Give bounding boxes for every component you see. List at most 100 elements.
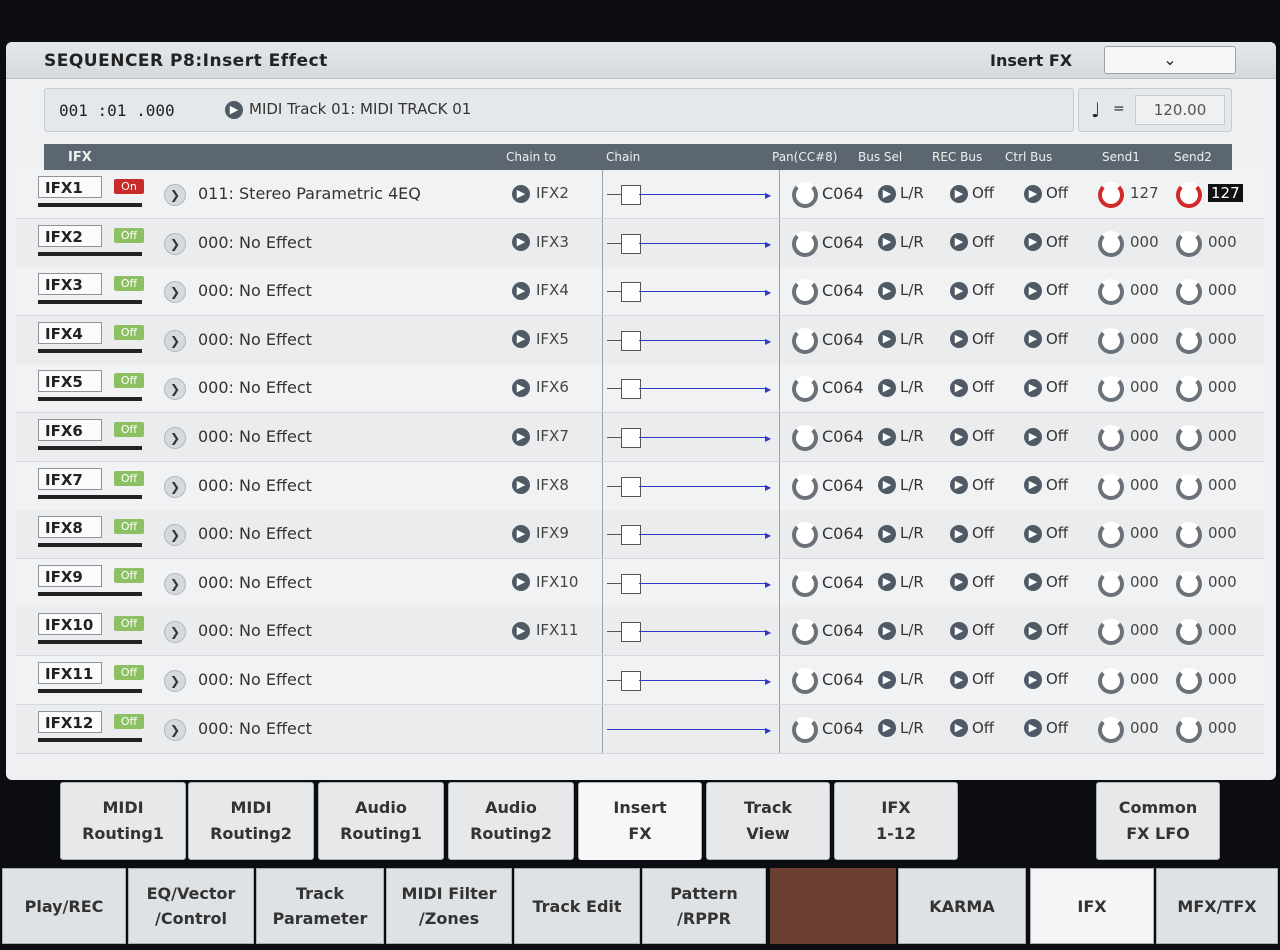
ctrl-bus-select[interactable]: ▶ Off <box>1024 184 1068 203</box>
sub-tab-5[interactable]: Insert FX <box>578 782 702 860</box>
chain-to-select[interactable]: ▶ IFX4 <box>512 281 569 300</box>
send2-value[interactable]: 000 <box>1208 330 1237 348</box>
ifx-onoff-toggle[interactable]: Off <box>114 324 144 340</box>
ctrl-bus-select[interactable]: ▶ Off <box>1024 524 1068 543</box>
ctrl-bus-select[interactable]: ▶ Off <box>1024 281 1068 300</box>
pan-value[interactable]: C064 <box>822 184 864 203</box>
pan-knob-icon[interactable] <box>792 182 818 208</box>
ifx-onoff-toggle[interactable]: Off <box>114 713 144 729</box>
chain-to-select[interactable]: ▶ IFX9 <box>512 524 569 543</box>
chain-to-select[interactable]: ▶ IFX8 <box>512 476 569 495</box>
effect-name[interactable]: 000: No Effect <box>198 233 312 252</box>
send2-knob-icon[interactable] <box>1176 522 1202 549</box>
pan-knob-icon[interactable] <box>792 230 818 257</box>
tempo-value[interactable]: 120.00 <box>1135 95 1225 125</box>
main-tab-9[interactable]: MFX/TFX <box>1156 868 1278 944</box>
send1-value[interactable]: 000 <box>1130 427 1159 445</box>
sub-tab-7[interactable]: IFX 1-12 <box>834 782 958 860</box>
main-tab-8[interactable]: IFX <box>1030 868 1154 944</box>
pan-value[interactable]: C064 <box>822 378 864 397</box>
popup-arrow-icon[interactable]: ▶ <box>1024 184 1042 203</box>
effect-select-chevron-icon[interactable]: ❯ <box>164 184 186 206</box>
ifx-slot-button[interactable]: IFX10 <box>38 613 102 636</box>
popup-arrow-icon[interactable]: ▶ <box>512 621 530 640</box>
sub-tab-8[interactable]: Common FX LFO <box>1096 782 1220 860</box>
bus-sel-select[interactable]: ▶ L/R <box>878 378 924 397</box>
chain-checkbox[interactable] <box>621 671 641 691</box>
ifx-onoff-toggle[interactable]: Off <box>114 276 144 292</box>
chain-to-select[interactable]: ▶ IFX10 <box>512 573 578 592</box>
pan-value[interactable]: C064 <box>822 427 864 446</box>
pan-knob-icon[interactable] <box>792 376 818 403</box>
chain-checkbox[interactable] <box>621 573 641 594</box>
effect-name[interactable]: 000: No Effect <box>198 427 312 446</box>
send1-knob-icon[interactable] <box>1098 570 1124 597</box>
sub-tab-6[interactable]: Track View <box>706 782 830 860</box>
popup-arrow-icon[interactable]: ▶ <box>512 330 530 349</box>
send2-knob-icon[interactable] <box>1176 668 1202 694</box>
ifx-onoff-toggle[interactable]: On <box>114 179 144 194</box>
ctrl-bus-select[interactable]: ▶ Off <box>1024 670 1068 689</box>
popup-arrow-icon[interactable]: ▶ <box>878 573 896 592</box>
bus-sel-select[interactable]: ▶ L/R <box>878 719 924 738</box>
ctrl-bus-select[interactable]: ▶ Off <box>1024 573 1068 592</box>
ctrl-bus-select[interactable]: ▶ Off <box>1024 378 1068 397</box>
effect-select-chevron-icon[interactable]: ❯ <box>164 378 186 401</box>
send2-value[interactable]: 000 <box>1208 427 1237 445</box>
chain-checkbox[interactable] <box>621 622 641 643</box>
send2-knob-icon[interactable] <box>1176 619 1202 646</box>
pan-value[interactable]: C064 <box>822 670 864 689</box>
send1-knob-icon[interactable] <box>1098 668 1124 694</box>
send1-knob-icon[interactable] <box>1098 473 1124 500</box>
ifx-onoff-toggle[interactable]: Off <box>114 227 144 243</box>
ifx-onoff-toggle[interactable]: Off <box>114 567 144 583</box>
send2-knob-icon[interactable] <box>1176 327 1202 354</box>
effect-select-chevron-icon[interactable]: ❯ <box>164 281 186 304</box>
send2-value[interactable]: 000 <box>1208 621 1237 639</box>
rec-bus-select[interactable]: ▶ Off <box>950 233 994 252</box>
popup-arrow-icon[interactable]: ▶ <box>950 330 968 349</box>
bus-sel-select[interactable]: ▶ L/R <box>878 233 924 252</box>
ifx-onoff-toggle[interactable]: Off <box>114 665 144 680</box>
main-tab-6[interactable]: Pattern/RPPR <box>642 868 766 944</box>
send1-knob-icon[interactable] <box>1098 376 1124 403</box>
send1-value[interactable]: 000 <box>1130 670 1159 688</box>
effect-name[interactable]: 000: No Effect <box>198 281 312 300</box>
pan-value[interactable]: C064 <box>822 719 864 738</box>
send2-value[interactable]: 000 <box>1208 281 1237 299</box>
popup-arrow-icon[interactable]: ▶ <box>950 233 968 252</box>
popup-arrow-icon[interactable]: ▶ <box>950 719 968 738</box>
send1-knob-icon[interactable] <box>1098 425 1124 451</box>
pan-knob-icon[interactable] <box>792 716 818 743</box>
send2-value[interactable]: 000 <box>1208 476 1237 494</box>
effect-name[interactable]: 000: No Effect <box>198 330 312 349</box>
pan-knob-icon[interactable] <box>792 522 818 549</box>
ifx-onoff-toggle[interactable]: Off <box>114 519 144 535</box>
send2-value[interactable]: 000 <box>1208 378 1237 396</box>
effect-name[interactable]: 000: No Effect <box>198 378 312 397</box>
bus-sel-select[interactable]: ▶ L/R <box>878 476 924 495</box>
popup-arrow-icon[interactable]: ▶ <box>878 670 896 689</box>
chain-checkbox[interactable] <box>621 282 641 303</box>
pan-value[interactable]: C064 <box>822 233 864 252</box>
pan-knob-icon[interactable] <box>792 570 818 597</box>
pan-value[interactable]: C064 <box>822 476 864 495</box>
popup-arrow-icon[interactable]: ▶ <box>950 184 968 203</box>
popup-arrow-icon[interactable]: ▶ <box>950 621 968 640</box>
send1-value[interactable]: 000 <box>1130 476 1159 494</box>
bus-sel-select[interactable]: ▶ L/R <box>878 427 924 446</box>
effect-select-chevron-icon[interactable]: ❯ <box>164 232 186 255</box>
popup-arrow-icon[interactable]: ▶ <box>1024 281 1042 300</box>
pan-knob-icon[interactable] <box>792 473 818 500</box>
chain-checkbox[interactable] <box>621 428 641 448</box>
pan-knob-icon[interactable] <box>792 619 818 646</box>
send1-value[interactable]: 127 <box>1130 184 1159 202</box>
send1-value[interactable]: 000 <box>1130 281 1159 299</box>
send2-knob-icon[interactable] <box>1176 279 1202 306</box>
ifx-slot-button[interactable]: IFX2 <box>38 224 102 247</box>
sub-tab-1[interactable]: MIDI Routing1 <box>60 782 186 860</box>
send1-knob-icon[interactable] <box>1098 327 1124 354</box>
ifx-slot-button[interactable]: IFX7 <box>38 467 102 490</box>
ifx-slot-button[interactable]: IFX12 <box>38 710 102 733</box>
send1-value[interactable]: 000 <box>1130 524 1159 542</box>
